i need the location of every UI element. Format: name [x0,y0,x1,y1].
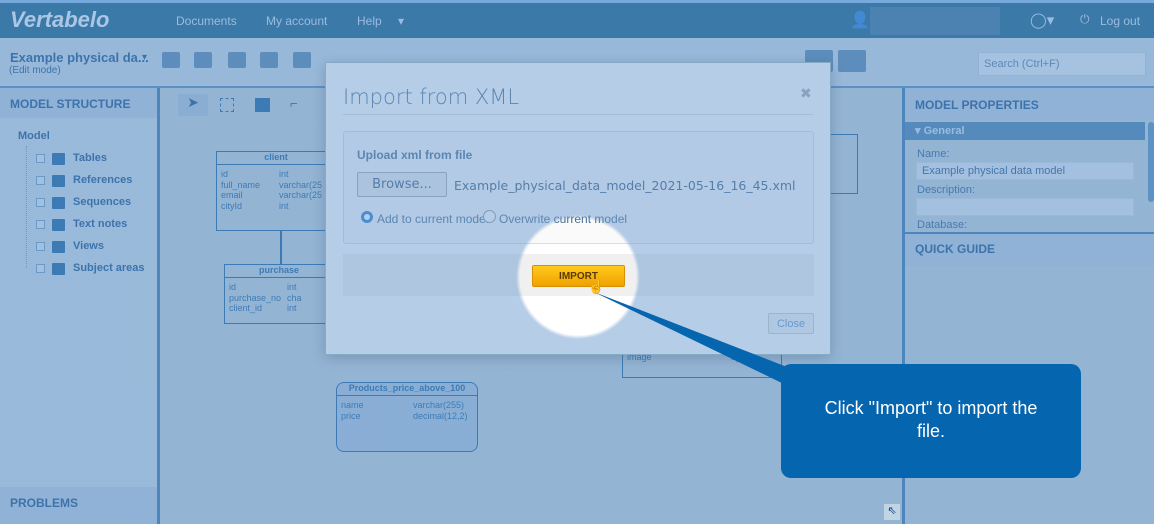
tutorial-callout: Click "Import" to import the file. [781,364,1081,478]
callout-pointer-shape [594,292,800,385]
resize-arrow-icon[interactable]: ⇖ [884,504,900,520]
